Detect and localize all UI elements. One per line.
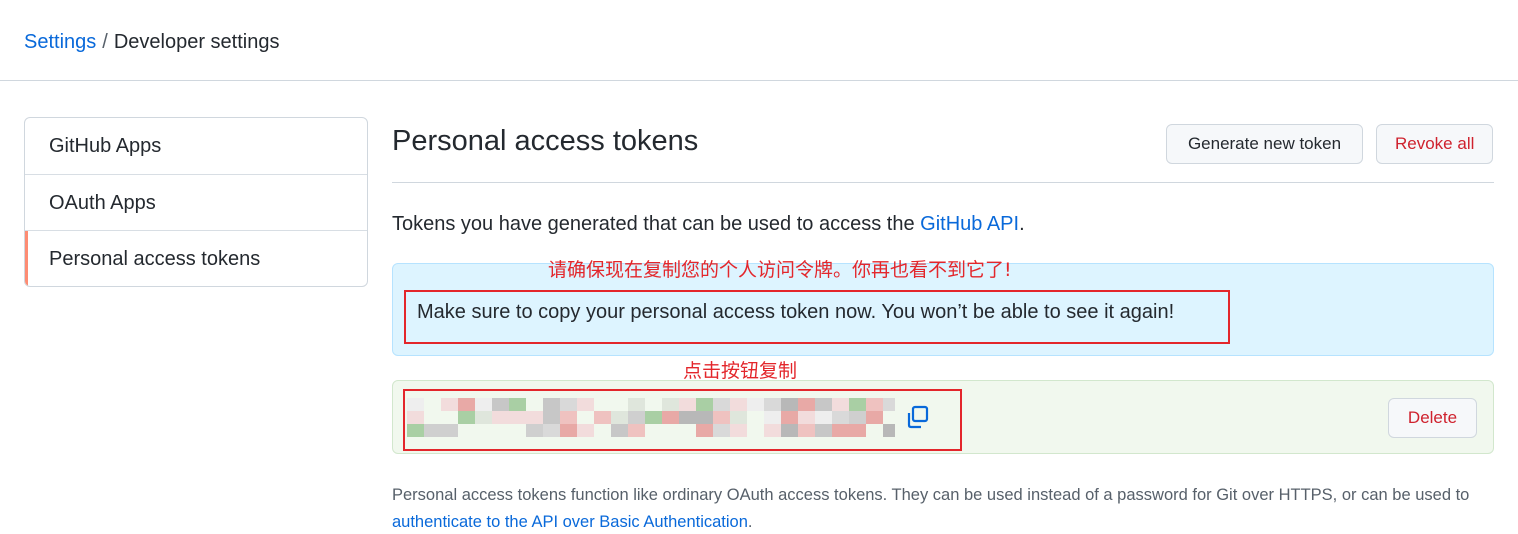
main-content: Personal access tokens Generate new toke… bbox=[392, 117, 1494, 454]
annotation-box-flash bbox=[404, 290, 1230, 344]
annotation-flash-note: 请确保现在复制您的个人访问令牌。你再也看不到它了! bbox=[548, 259, 1012, 281]
breadcrumb-settings-link[interactable]: Settings bbox=[24, 31, 96, 53]
breadcrumb-current: Developer settings bbox=[113, 31, 280, 53]
delete-token-button[interactable]: Delete bbox=[1388, 398, 1477, 438]
sidebar-item-github-apps[interactable]: GitHub Apps bbox=[25, 118, 367, 175]
github-api-link[interactable]: GitHub API bbox=[920, 213, 1019, 235]
intro-text: Tokens you have generated that can be us… bbox=[392, 212, 1025, 236]
revoke-all-button[interactable]: Revoke all bbox=[1376, 124, 1493, 164]
intro-suffix: . bbox=[1019, 213, 1025, 235]
intro-prefix: Tokens you have generated that can be us… bbox=[392, 213, 921, 235]
breadcrumb-separator: / bbox=[102, 31, 108, 53]
page-header: Settings / Developer settings bbox=[0, 0, 1518, 81]
annotation-copy-note: 点击按钮复制 bbox=[683, 360, 798, 382]
breadcrumb: Settings / Developer settings bbox=[24, 30, 279, 54]
footer-suffix: . bbox=[747, 513, 753, 531]
sidebar-item-personal-access-tokens[interactable]: Personal access tokens bbox=[25, 231, 367, 286]
page-title: Personal access tokens bbox=[392, 125, 699, 157]
footer-note: Personal access tokens function like ord… bbox=[392, 482, 1494, 534]
annotation-box-token bbox=[403, 389, 962, 451]
footer-text: Personal access tokens function like ord… bbox=[392, 486, 1470, 504]
sidebar-item-oauth-apps[interactable]: OAuth Apps bbox=[25, 175, 367, 231]
basic-auth-link[interactable]: authenticate to the API over Basic Authe… bbox=[392, 513, 748, 531]
sidebar-menu: GitHub Apps OAuth Apps Personal access t… bbox=[24, 117, 368, 287]
generate-new-token-button[interactable]: Generate new token bbox=[1166, 124, 1363, 164]
title-row: Personal access tokens Generate new toke… bbox=[392, 117, 1494, 183]
